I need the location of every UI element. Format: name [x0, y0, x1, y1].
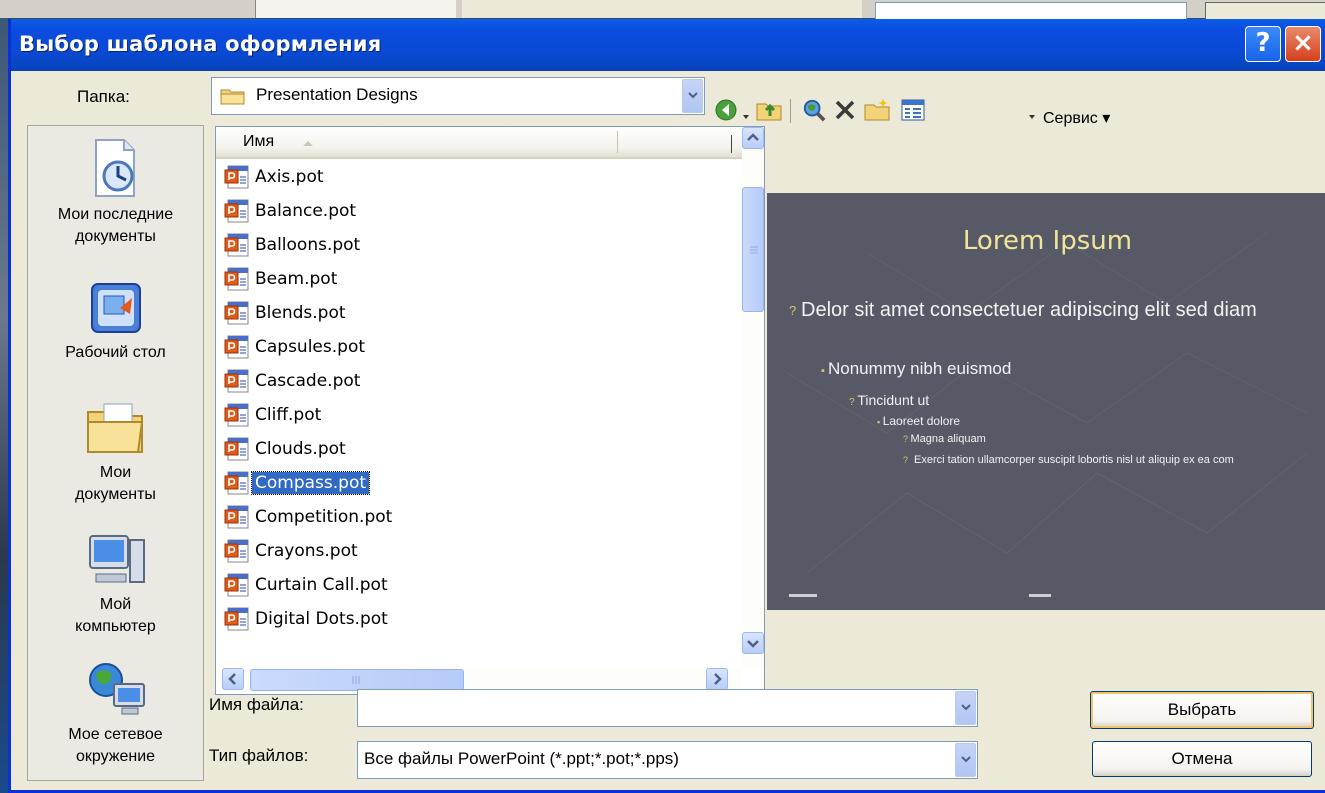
title-bar[interactable]: Выбор шаблона оформления ? ×	[11, 19, 1325, 71]
file-name: Cascade.pot	[255, 371, 361, 391]
powerpoint-template-icon	[224, 199, 249, 223]
filename-label: Имя файла:	[209, 695, 304, 714]
delete-icon[interactable]	[833, 98, 857, 122]
up-folder-icon[interactable]	[755, 98, 783, 122]
filename-input[interactable]	[357, 689, 978, 727]
folder-combo[interactable]: Presentation Designs	[211, 77, 705, 115]
file-name: Balance.pot	[255, 201, 357, 221]
file-name: Balloons.pot	[255, 235, 361, 255]
powerpoint-template-icon	[224, 165, 249, 189]
folder-icon	[220, 89, 245, 105]
filetype-select[interactable]: Все файлы PowerPoint (*.ppt;*.pot;*.pps)	[357, 741, 978, 779]
back-icon[interactable]	[714, 98, 740, 122]
file-name: Cliff.pot	[255, 405, 322, 425]
folder-label: Папка:	[77, 87, 130, 106]
preview-bullet-4: ▪ Laoreet dolore	[877, 414, 961, 428]
file-name: Blends.pot	[255, 303, 346, 323]
horizontal-scroll-thumb[interactable]	[250, 669, 464, 691]
place-my-computer[interactable]: Мой компьютер	[28, 530, 203, 638]
tools-dropdown-icon: ▾	[1102, 110, 1111, 127]
file-name: Axis.pot	[255, 167, 324, 187]
preview-bullet-3: ? Tincidunt ut	[849, 392, 930, 408]
vertical-scroll-thumb[interactable]	[742, 187, 764, 312]
chevron-down-icon[interactable]	[682, 79, 703, 113]
powerpoint-template-icon	[224, 437, 249, 461]
views-dropdown-icon[interactable]	[1027, 105, 1037, 129]
file-name: Competition.pot	[255, 507, 393, 527]
preview-bullet-6: ? Exerci tation ullamcorper suscipit lob…	[903, 454, 1234, 466]
powerpoint-template-icon	[224, 335, 249, 359]
preview-bullet-5: ? Magna aliquam	[903, 433, 986, 445]
scroll-left-button[interactable]	[222, 668, 244, 690]
vertical-scrollbar[interactable]	[742, 127, 764, 668]
close-button[interactable]: ×	[1285, 26, 1321, 62]
scroll-right-button[interactable]	[706, 668, 728, 690]
place-recent-documents[interactable]: Мои последние документы	[28, 136, 203, 248]
recent-documents-icon	[94, 139, 135, 197]
dialog-title: Выбор шаблона оформления	[19, 32, 382, 56]
preview-bullet-2: ▪ Nonummy nibh euismod	[821, 359, 1012, 378]
powerpoint-template-icon	[224, 233, 249, 257]
scroll-down-button[interactable]	[742, 632, 764, 654]
place-my-documents[interactable]: Мои документы	[28, 398, 203, 506]
place-network[interactable]: Мое сетевое окружение	[28, 658, 203, 768]
views-icon[interactable]	[901, 98, 925, 122]
file-name: Clouds.pot	[255, 439, 346, 459]
file-list[interactable]: Имя Axis.pot Balance.pot Balloons.pot Beam.…	[215, 126, 765, 695]
powerpoint-template-icon	[224, 267, 249, 291]
powerpoint-template-icon	[224, 607, 249, 631]
chevron-down-icon[interactable]	[955, 691, 976, 725]
network-icon	[88, 663, 145, 715]
toolbar-separator	[790, 99, 791, 123]
design-preview: Lorem Ipsum ? Delor sit amet consectetue…	[767, 193, 1325, 610]
file-name: Capsules.pot	[255, 337, 366, 357]
search-web-icon[interactable]	[801, 98, 827, 122]
preview-footer-left	[789, 594, 817, 597]
place-desktop[interactable]: Рабочий стол	[28, 278, 203, 364]
powerpoint-template-icon	[224, 573, 249, 597]
powerpoint-template-icon	[224, 403, 249, 427]
select-design-template-dialog: Выбор шаблона оформления ? × Папка: Pres…	[8, 19, 1325, 793]
chevron-down-icon[interactable]	[955, 743, 976, 777]
powerpoint-template-icon	[224, 505, 249, 529]
places-bar: Мои последние документы Рабочий стол Мои…	[27, 125, 204, 781]
file-name: Curtain Call.pot	[255, 575, 388, 595]
filetype-label: Тип файлов:	[209, 746, 309, 765]
folder-value: Presentation Designs	[256, 85, 418, 104]
cancel-button[interactable]: Отмена	[1092, 741, 1312, 777]
new-folder-icon[interactable]	[863, 98, 891, 122]
powerpoint-template-icon	[224, 301, 249, 325]
file-name: Crayons.pot	[255, 541, 358, 561]
desktop-background	[0, 0, 8, 793]
select-button[interactable]: Выбрать	[1090, 691, 1314, 729]
background-window-fragment	[0, 0, 1325, 20]
column-header-name[interactable]: Имя	[216, 127, 742, 159]
scroll-up-button[interactable]	[742, 127, 764, 149]
file-name: Compass.pot	[250, 471, 371, 495]
preview-title: Lorem Ipsum	[962, 226, 1133, 256]
powerpoint-template-icon	[224, 471, 249, 495]
file-name: Beam.pot	[255, 269, 338, 289]
my-computer-icon	[88, 535, 145, 583]
preview-footer-center	[1029, 594, 1051, 597]
powerpoint-template-icon	[224, 369, 249, 393]
sort-ascending-icon	[303, 141, 313, 146]
help-button[interactable]: ?	[1245, 26, 1281, 62]
desktop-icon	[90, 283, 141, 333]
tools-menu[interactable]: Сервис ▾	[1043, 108, 1110, 128]
preview-bullet-1: ? Delor sit amet consectetuer adipiscing…	[789, 299, 1257, 321]
file-name: Digital Dots.pot	[255, 609, 388, 629]
powerpoint-template-icon	[224, 539, 249, 563]
my-documents-icon	[86, 403, 143, 453]
